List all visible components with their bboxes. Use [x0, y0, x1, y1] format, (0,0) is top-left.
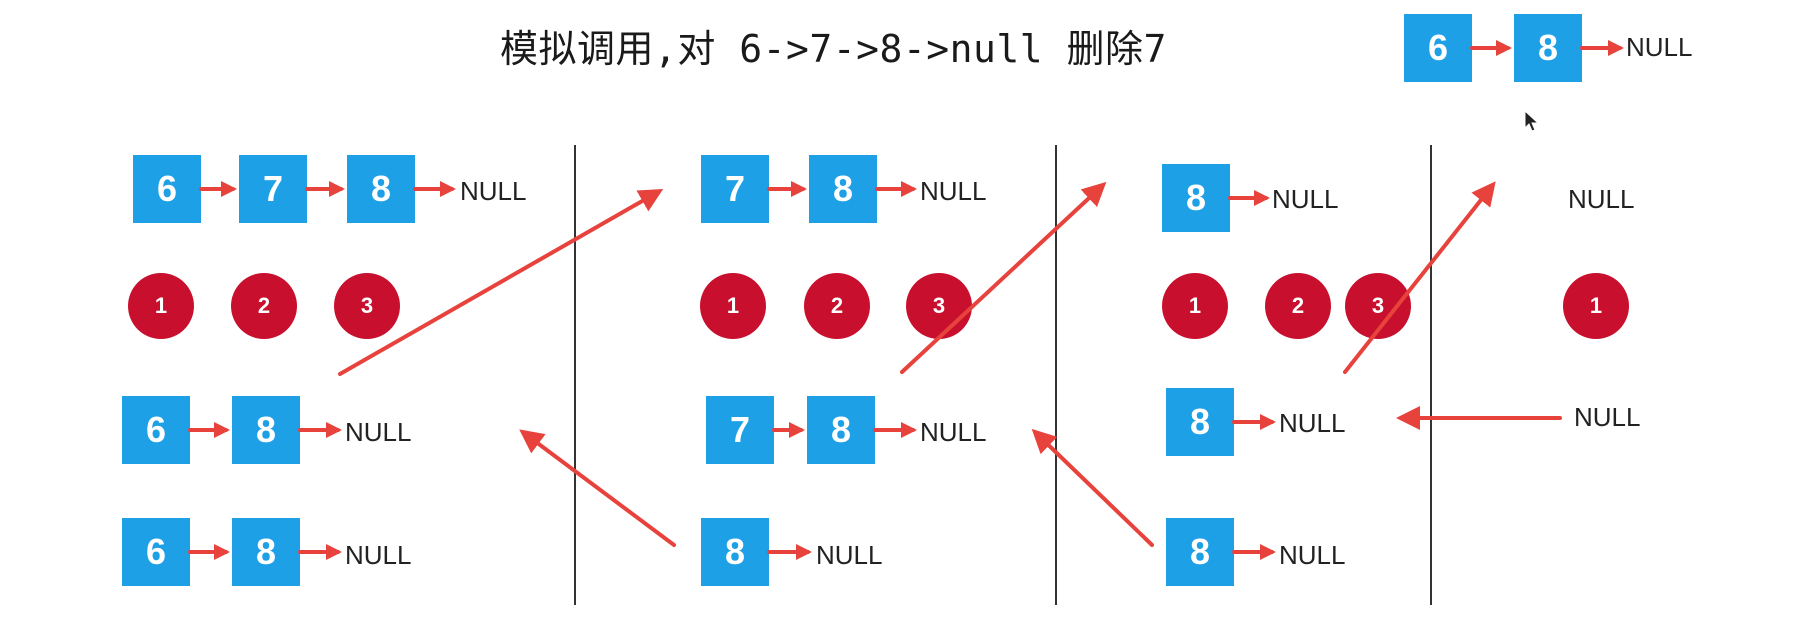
return-arrow	[1031, 428, 1154, 547]
call-arrow	[1343, 181, 1496, 374]
mouse-cursor-icon	[1524, 110, 1540, 132]
arrow-layer	[188, 40, 1624, 560]
call-arrow	[900, 181, 1107, 374]
return-arrow	[519, 429, 676, 547]
call-arrow	[338, 189, 664, 376]
